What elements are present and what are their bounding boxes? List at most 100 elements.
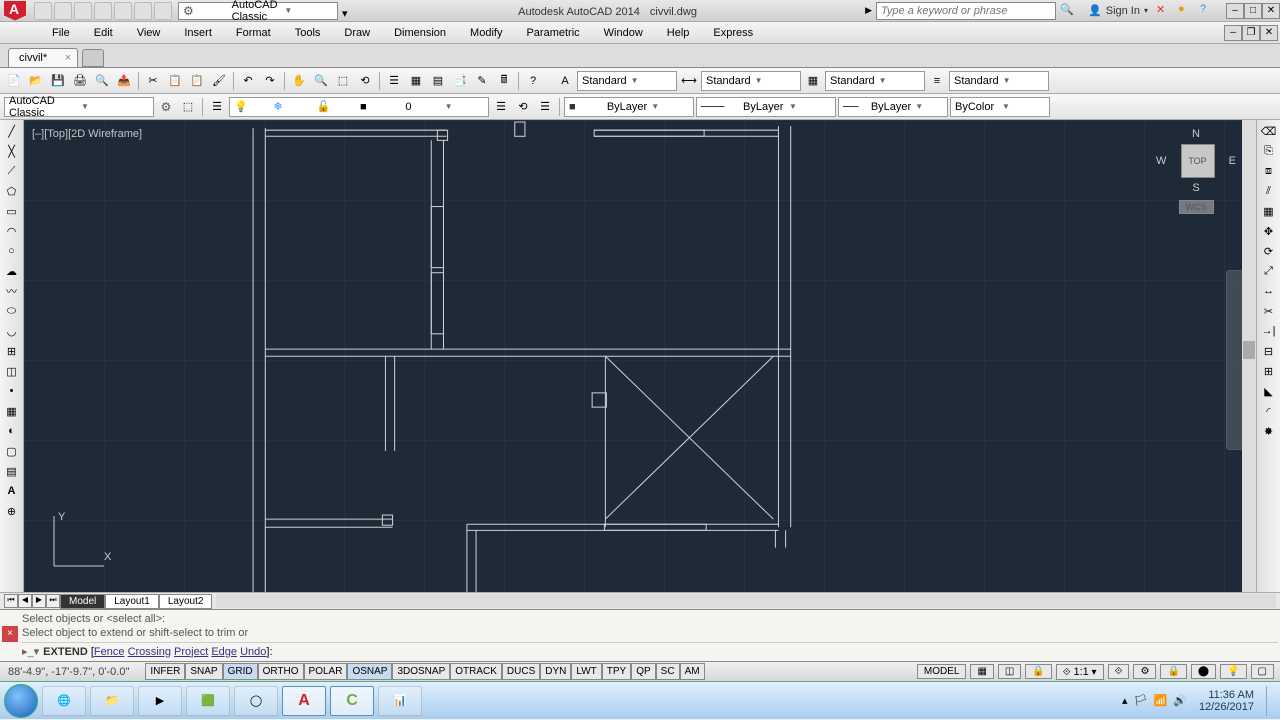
chamfer-icon[interactable]: ◣ <box>1259 382 1279 400</box>
zoom-icon[interactable]: 🔍 <box>311 71 331 91</box>
exchange-icon[interactable]: ✕ <box>1156 3 1172 19</box>
qat-customize-icon[interactable]: ▾ <box>342 7 350 15</box>
cmd-opt-edge[interactable]: Edge <box>211 646 237 658</box>
menu-draw[interactable]: Draw <box>332 24 382 42</box>
horizontal-scrollbar[interactable] <box>216 594 1276 608</box>
lineweight-select[interactable]: ── ByLayer▼ <box>838 97 948 117</box>
taskbar-media[interactable]: ▶ <box>138 686 182 716</box>
doc-close[interactable]: ✕ <box>1260 25 1278 41</box>
doc-restore[interactable]: ❐ <box>1242 25 1260 41</box>
viewcube-n[interactable]: N <box>1156 128 1236 140</box>
vertical-scrollbar[interactable] <box>1242 120 1256 592</box>
toggle-grid[interactable]: GRID <box>223 663 258 680</box>
doc-minimize[interactable]: – <box>1224 25 1242 41</box>
save-icon[interactable]: 💾 <box>48 71 68 91</box>
taskbar-clock[interactable]: 11:36 AM 12/26/2017 <box>1193 689 1260 713</box>
taskbar-app1[interactable]: 🟩 <box>186 686 230 716</box>
cmd-opt-undo[interactable]: Undo <box>240 646 266 658</box>
menu-express[interactable]: Express <box>701 24 765 42</box>
close-button[interactable]: ✕ <box>1262 3 1280 19</box>
anno-vis-icon[interactable]: ⟐ <box>1108 664 1130 679</box>
zoom-prev-icon[interactable]: ⟲ <box>355 71 375 91</box>
toolbar-lock-icon[interactable]: 🔒 <box>1160 664 1186 679</box>
save-icon[interactable] <box>74 2 92 20</box>
plot-icon[interactable]: 🖨 <box>70 71 90 91</box>
toggle-am[interactable]: AM <box>680 663 705 680</box>
mirror-icon[interactable]: ⧈ <box>1259 162 1279 180</box>
menu-window[interactable]: Window <box>592 24 655 42</box>
erase-icon[interactable]: ⌫ <box>1259 122 1279 140</box>
viewcube-e[interactable]: E <box>1229 155 1236 167</box>
menu-tools[interactable]: Tools <box>283 24 333 42</box>
tab-layout1[interactable]: Layout1 <box>105 594 159 609</box>
insert-block-icon[interactable]: ⊞ <box>2 342 22 360</box>
dimstyle-icon[interactable]: ⟷ <box>679 71 699 91</box>
close-tab-icon[interactable]: × <box>65 52 71 64</box>
toggle-sc[interactable]: SC <box>656 663 680 680</box>
grid-display-icon[interactable]: ▦ <box>970 664 993 679</box>
line-icon[interactable]: ╱ <box>2 122 22 140</box>
help-icon[interactable]: ? <box>523 71 543 91</box>
tab-model[interactable]: Model <box>60 594 105 609</box>
taskbar-ie[interactable]: 🌐 <box>42 686 86 716</box>
make-block-icon[interactable]: ◫ <box>2 362 22 380</box>
workspace-select-2[interactable]: AutoCAD Classic▼ <box>4 97 154 117</box>
point-icon[interactable]: • <box>2 382 22 400</box>
redo-icon[interactable] <box>154 2 172 20</box>
linetype-select[interactable]: ─── ByLayer▼ <box>696 97 836 117</box>
my-workspace-icon[interactable]: ⬚ <box>178 97 198 117</box>
ellipse-icon[interactable]: ⬭ <box>2 302 22 320</box>
layer-select[interactable]: 💡❄🔓■ 0▼ <box>229 97 489 117</box>
array-icon[interactable]: ▦ <box>1259 202 1279 220</box>
paste-icon[interactable]: 📋 <box>187 71 207 91</box>
layer-iso-icon[interactable]: ☰ <box>535 97 555 117</box>
offset-icon[interactable]: ⫽ <box>1259 182 1279 200</box>
toggle-polar[interactable]: POLAR <box>304 663 348 680</box>
join-icon[interactable]: ⊞ <box>1259 362 1279 380</box>
spline-icon[interactable]: 〰 <box>2 282 22 300</box>
file-tab-civvil[interactable]: civvil* × <box>8 48 78 67</box>
tab-prev-icon[interactable]: ◀ <box>18 594 32 608</box>
mtext-icon[interactable]: A <box>2 482 22 500</box>
fillet-icon[interactable]: ◜ <box>1259 402 1279 420</box>
tab-first-icon[interactable]: ⏮ <box>4 594 18 608</box>
view-cube[interactable]: N W TOP E S WCS <box>1156 128 1236 228</box>
construction-line-icon[interactable]: ╳ <box>2 142 22 160</box>
open-icon[interactable] <box>54 2 72 20</box>
mlstyle-icon[interactable]: ≡ <box>927 71 947 91</box>
zoom-win-icon[interactable]: ⬚ <box>333 71 353 91</box>
menu-view[interactable]: View <box>125 24 173 42</box>
props-icon[interactable]: ☰ <box>384 71 404 91</box>
show-desktop-button[interactable] <box>1266 686 1274 716</box>
tablestyle-icon[interactable]: ▦ <box>803 71 823 91</box>
undo-icon[interactable] <box>134 2 152 20</box>
model-paper-toggle[interactable]: MODEL <box>917 664 967 679</box>
start-button[interactable] <box>4 684 38 718</box>
command-window[interactable]: × Select objects or <select all>: Select… <box>0 609 1280 661</box>
taskbar-camtasia[interactable]: C <box>330 686 374 716</box>
match-icon[interactable]: 🖌 <box>209 71 229 91</box>
menu-edit[interactable]: Edit <box>82 24 125 42</box>
viewcube-wcs[interactable]: WCS <box>1179 200 1214 214</box>
menu-modify[interactable]: Modify <box>458 24 514 42</box>
menu-format[interactable]: Format <box>224 24 283 42</box>
maximize-button[interactable]: □ <box>1244 3 1262 19</box>
open-icon[interactable]: 📂 <box>26 71 46 91</box>
cmd-opt-crossing[interactable]: Crossing <box>128 646 171 658</box>
viewcube-w[interactable]: W <box>1156 155 1166 167</box>
table-style-select[interactable]: Standard▼ <box>825 71 925 91</box>
layer-prev-icon[interactable]: ⟲ <box>513 97 533 117</box>
menu-insert[interactable]: Insert <box>172 24 224 42</box>
tray-volume-icon[interactable]: 🔊 <box>1173 694 1187 707</box>
command-input-line[interactable]: ▸_▾ EXTEND [ Fence Crossing Project Edge… <box>22 642 1278 658</box>
gradient-icon[interactable]: ◐ <box>2 422 22 440</box>
tab-last-icon[interactable]: ⏭ <box>46 594 60 608</box>
taskbar-explorer[interactable]: 📁 <box>90 686 134 716</box>
coordinates[interactable]: 88'-4.9", -17'-9.7", 0'-0.0" <box>0 666 137 678</box>
help-search-input[interactable] <box>876 2 1056 20</box>
taskbar-chrome[interactable]: ◯ <box>234 686 278 716</box>
anno-scale-select[interactable]: ⟐ 1:1 ▾ <box>1056 664 1104 680</box>
publish-icon[interactable]: 📤 <box>114 71 134 91</box>
tray-network-icon[interactable]: 📶 <box>1154 694 1168 707</box>
taskbar-app2[interactable]: 📊 <box>378 686 422 716</box>
